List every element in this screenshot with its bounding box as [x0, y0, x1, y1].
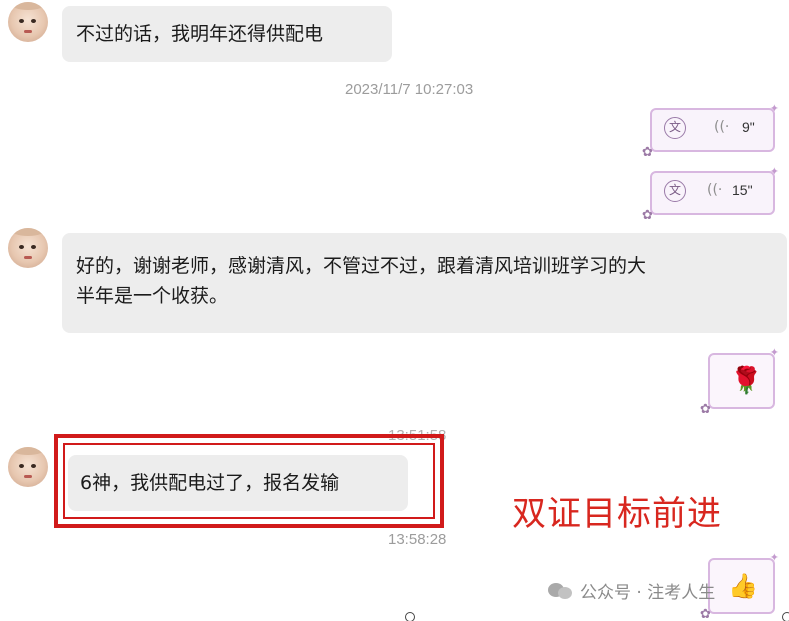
avatar-hair: [10, 228, 46, 236]
sticker-corner-icon: ✦: [769, 165, 779, 178]
message-text-line: 好的，谢谢老师，感谢清风，不管过不过，跟着清风培训班学习的大: [76, 255, 647, 277]
message-text-line: 半年是一个收获。: [76, 285, 229, 307]
voice-wave-icon: ((·: [714, 119, 730, 135]
wechat-official-account-icon: [548, 581, 574, 601]
avatar-mouth: [24, 256, 32, 259]
avatar-eye: [31, 464, 36, 468]
scroll-indicator-icon: [782, 612, 789, 621]
scroll-indicator-icon: [405, 612, 415, 621]
voice-message[interactable]: ✦ 文 ((· 15" ✿: [642, 165, 779, 223]
flower-decoration-icon: ✿: [642, 208, 653, 223]
sticker-corner-icon: ✦: [769, 102, 779, 115]
avatar-mouth: [24, 30, 32, 33]
message-timestamp: 2023/11/7 10:27:03: [345, 81, 474, 98]
avatar[interactable]: [8, 228, 48, 268]
avatar-eye: [19, 245, 24, 249]
sticker-corner-icon: ✦: [769, 551, 779, 564]
thumbs-up-icon: 👍: [728, 572, 758, 600]
avatar-mouth: [24, 475, 32, 478]
voice-wave-icon: ((·: [707, 182, 723, 198]
avatar[interactable]: [8, 2, 48, 42]
rose-icon: 🌹: [730, 366, 763, 396]
message-timestamp: 13:58:28: [388, 531, 447, 548]
voice-duration: 9": [742, 119, 755, 135]
flower-decoration-icon: ✿: [642, 145, 653, 160]
incoming-message-bubble[interactable]: 好的，谢谢老师，感谢清风，不管过不过，跟着清风培训班学习的大 半年是一个收获。: [62, 233, 787, 333]
highlight-annotation-inner: [63, 443, 435, 519]
rose-sticker[interactable]: ✦ 🌹 ✿: [700, 346, 779, 417]
avatar[interactable]: [8, 447, 48, 487]
flower-decoration-icon: ✿: [700, 607, 711, 621]
avatar-hair: [10, 447, 46, 455]
flower-decoration-icon: ✿: [700, 402, 711, 417]
thumbs-up-sticker[interactable]: ✦ 👍 ✿: [700, 551, 779, 621]
watermark: 公众号 · 注考人生: [548, 578, 715, 603]
message-text: 不过的话，我明年还得供配电: [76, 23, 324, 45]
overlay-caption: 双证目标前进: [512, 494, 722, 534]
avatar-eye: [19, 464, 24, 468]
translate-icon[interactable]: 文: [664, 117, 686, 139]
avatar-eye: [19, 19, 24, 23]
translate-icon[interactable]: 文: [664, 180, 686, 202]
voice-duration: 15": [732, 182, 753, 198]
avatar-eye: [31, 19, 36, 23]
watermark-text: 公众号 · 注考人生: [580, 583, 716, 603]
avatar-eye: [31, 245, 36, 249]
avatar-hair: [10, 2, 46, 10]
sticker-corner-icon: ✦: [769, 346, 779, 359]
incoming-message-bubble[interactable]: 不过的话，我明年还得供配电: [62, 6, 392, 62]
voice-message[interactable]: ✦ 文 ((· 9" ✿: [642, 102, 779, 160]
